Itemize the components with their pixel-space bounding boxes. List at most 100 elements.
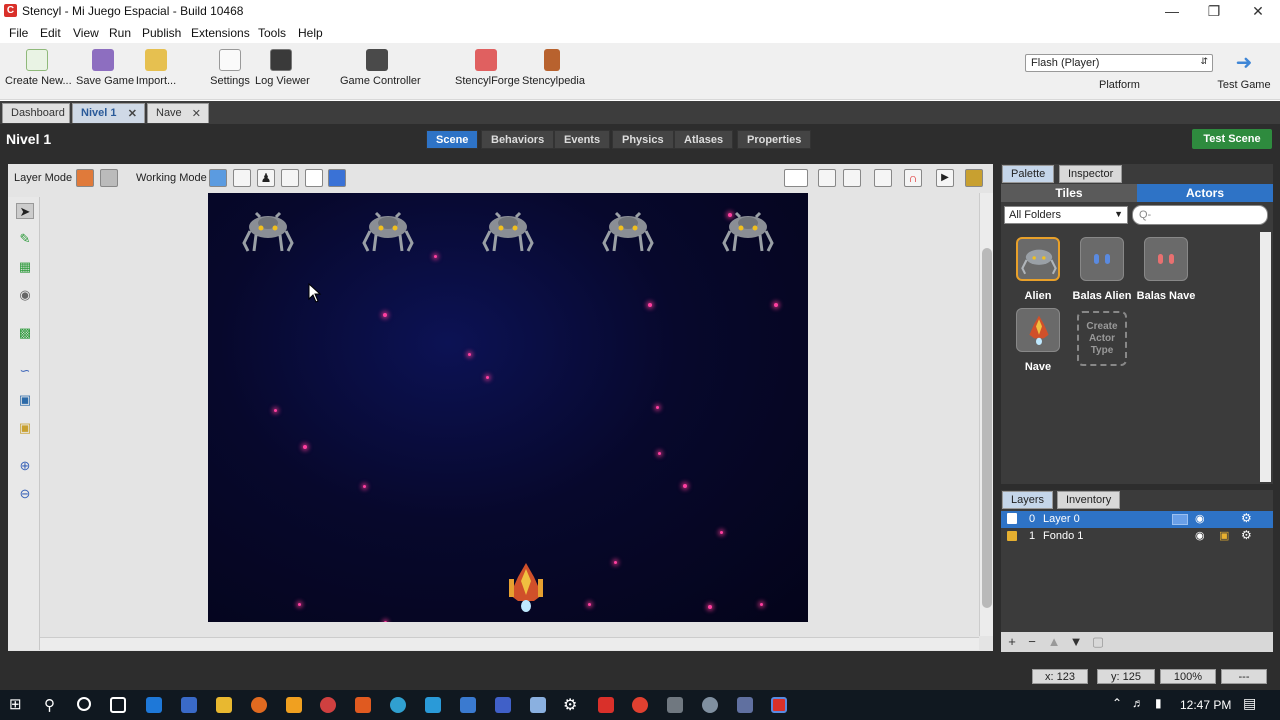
app-doc-icon[interactable]	[737, 697, 753, 713]
path-mode-icon[interactable]	[281, 169, 299, 187]
actor-balas-nave[interactable]: Balas Nave	[1134, 237, 1198, 302]
cortana-icon[interactable]	[77, 697, 91, 711]
zoom-level[interactable]: 100%	[1160, 669, 1216, 684]
menu-view[interactable]: View	[73, 26, 99, 40]
minimize-button[interactable]: —	[1150, 0, 1194, 22]
actor-search-input[interactable]: Q-	[1132, 205, 1268, 225]
alien-actor[interactable]	[242, 207, 294, 255]
region-tool-icon[interactable]: ▣	[16, 392, 34, 408]
layer-row[interactable]: 0 Layer 0 ◉ ⚙	[1001, 511, 1273, 528]
vertical-scrollbar[interactable]	[979, 193, 993, 636]
scroll-thumb[interactable]	[982, 248, 992, 608]
menu-file[interactable]: File	[9, 26, 28, 40]
stencyl-active-taskbar-icon[interactable]	[771, 697, 787, 713]
pencil-tool-icon[interactable]: ✎	[16, 231, 34, 247]
platform-select[interactable]: Flash (Player) ⇵	[1025, 54, 1213, 72]
camera-icon[interactable]	[784, 169, 808, 187]
scene-canvas[interactable]	[208, 193, 808, 622]
zoom-in-icon[interactable]: ⊕	[16, 458, 34, 474]
alien-actor[interactable]	[482, 207, 534, 255]
create-actor-type-button[interactable]: Create Actor Type	[1077, 311, 1127, 366]
actor-balas-alien[interactable]: Balas Alien	[1070, 237, 1134, 302]
menu-extensions[interactable]: Extensions	[191, 26, 250, 40]
menu-publish[interactable]: Publish	[142, 26, 181, 40]
background-toggle-icon[interactable]	[965, 169, 983, 187]
move-down-icon[interactable]: ▼	[1067, 634, 1085, 650]
tile-grid-tool-icon[interactable]: ▦	[16, 259, 34, 275]
app-window-icon[interactable]	[460, 697, 476, 713]
layer-mode-all-button[interactable]	[100, 169, 118, 187]
tab-nave[interactable]: Nave ✕	[147, 103, 209, 123]
eye-icon[interactable]: ◉	[1195, 529, 1205, 542]
add-layer-icon[interactable]: +	[1003, 634, 1021, 650]
image-tool-icon[interactable]: ▣	[16, 420, 34, 436]
tray-chevron-icon[interactable]: ⌃	[1112, 696, 1122, 710]
app-bird-icon[interactable]	[702, 697, 718, 713]
path-tool-icon[interactable]: ∽	[16, 363, 34, 379]
move-up-icon[interactable]: ▲	[1045, 634, 1063, 650]
alien-actor[interactable]	[722, 207, 774, 255]
stencylpedia-button[interactable]: Stencylpedia	[522, 49, 585, 87]
log-viewer-button[interactable]: Log Viewer	[255, 49, 310, 87]
notes-app-icon[interactable]	[530, 697, 546, 713]
eye-icon[interactable]: ◉	[1195, 512, 1205, 525]
eraser-tool-icon[interactable]: ◉	[16, 287, 34, 303]
menu-help[interactable]: Help	[298, 26, 323, 40]
edge-browser-icon[interactable]	[146, 697, 162, 713]
notifications-icon[interactable]: ▤	[1243, 695, 1256, 712]
search-icon[interactable]: ⚲	[44, 696, 55, 714]
zoom-out-icon[interactable]: ⊖	[16, 486, 34, 502]
test-game-button[interactable]: ➜ Test Game	[1216, 51, 1272, 91]
record-app-icon[interactable]	[320, 697, 336, 713]
fine-grid-icon[interactable]	[874, 169, 892, 187]
fill-tool-icon[interactable]: ▩	[16, 325, 34, 341]
tab-scene[interactable]: Scene	[426, 130, 479, 149]
file-explorer-icon[interactable]	[216, 697, 232, 713]
tab-physics[interactable]: Physics	[612, 130, 674, 149]
windows-start-icon[interactable]: ⊞	[9, 697, 25, 713]
test-scene-button[interactable]: Test Scene	[1192, 129, 1272, 149]
chat-app-icon[interactable]	[390, 697, 406, 713]
task-view-icon[interactable]	[110, 697, 126, 713]
tab-nivel-1[interactable]: Nivel 1 ✕	[72, 103, 145, 123]
lock-icon[interactable]: ▣	[1219, 529, 1229, 542]
tab-inventory[interactable]: Inventory	[1057, 491, 1121, 509]
settings-gear-icon[interactable]: ⚙	[563, 695, 577, 715]
tab-layers[interactable]: Layers	[1002, 491, 1054, 509]
actor-alien[interactable]: Alien	[1006, 237, 1070, 302]
person-mode-icon[interactable]: ♟	[257, 169, 275, 187]
player-ship-actor[interactable]	[506, 561, 546, 613]
app-screen-icon[interactable]	[667, 697, 683, 713]
close-tab-icon[interactable]: ✕	[128, 107, 137, 120]
alien-actor[interactable]	[362, 207, 414, 255]
game-controller-button[interactable]: Game Controller	[340, 49, 421, 87]
battery-icon[interactable]: ▮	[1155, 696, 1162, 710]
layer-color-swatch[interactable]	[1172, 514, 1188, 525]
remove-layer-icon[interactable]: −	[1023, 634, 1041, 650]
actor-nave[interactable]: Nave	[1006, 308, 1070, 373]
clock[interactable]: 12:47 PM	[1180, 698, 1231, 712]
settings-button[interactable]: Settings	[210, 49, 250, 87]
folder-select[interactable]: All Folders ▼	[1004, 206, 1128, 224]
magnet-icon[interactable]: ∩	[904, 169, 922, 187]
restore-button[interactable]: ❐	[1192, 0, 1236, 22]
tab-tiles[interactable]: Tiles	[1001, 184, 1137, 202]
volume-icon[interactable]: ♬	[1132, 696, 1144, 710]
layer-options-icon[interactable]: ▢	[1089, 634, 1107, 650]
menu-tools[interactable]: Tools	[258, 26, 286, 40]
layer-row[interactable]: 1 Fondo 1 ◉ ▣ ⚙	[1001, 528, 1273, 545]
tab-events[interactable]: Events	[554, 130, 611, 149]
media-app-icon[interactable]	[286, 697, 302, 713]
view-bounds-icon[interactable]	[818, 169, 836, 187]
brave-icon[interactable]	[355, 697, 371, 713]
app-b-icon[interactable]	[425, 697, 441, 713]
close-tab-icon[interactable]: ✕	[192, 107, 201, 120]
tab-atlases[interactable]: Atlases	[674, 130, 734, 149]
play-icon[interactable]: ▶	[936, 169, 954, 187]
terrain-mode-icon[interactable]	[233, 169, 251, 187]
tab-dashboard[interactable]: Dashboard	[2, 103, 70, 123]
tab-behaviors[interactable]: Behaviors	[481, 130, 555, 149]
tab-properties[interactable]: Properties	[737, 130, 812, 149]
tab-actors[interactable]: Actors	[1137, 184, 1273, 202]
close-button[interactable]: ✕	[1236, 0, 1280, 22]
